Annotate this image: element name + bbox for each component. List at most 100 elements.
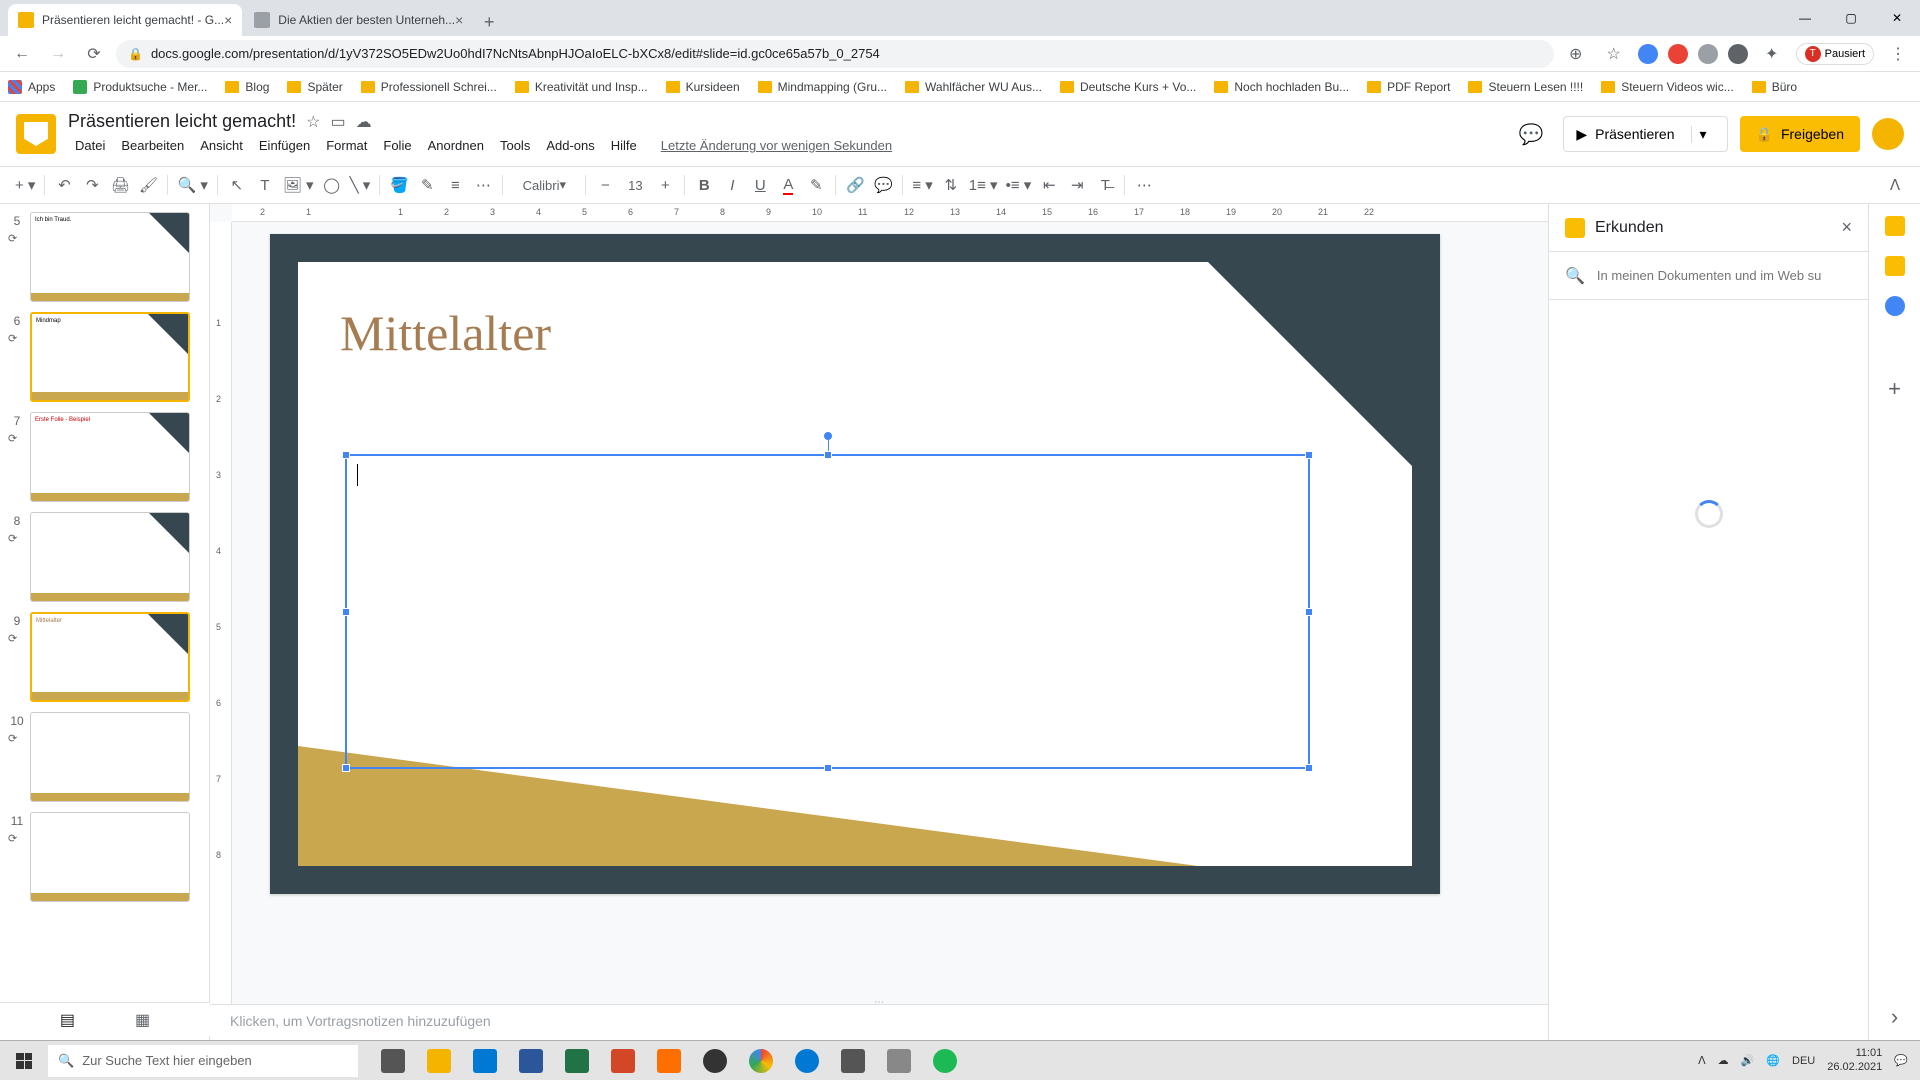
document-title[interactable]: Präsentieren leicht gemacht! [68,111,296,132]
resize-handle[interactable] [824,451,832,459]
profile-paused-chip[interactable]: T Pausiert [1796,43,1874,65]
close-tab-icon[interactable]: × [224,12,232,28]
menu-tools[interactable]: Tools [493,134,537,157]
slide-thumbnail[interactable]: Mindmap [30,312,190,402]
slide-thumbnail[interactable] [30,712,190,802]
resize-handle[interactable] [1305,608,1313,616]
selected-text-box[interactable] [345,454,1310,769]
reload-button[interactable]: ⟳ [80,40,108,68]
forward-button[interactable]: → [44,40,72,68]
account-avatar[interactable] [1872,118,1904,150]
notes-resize-handle[interactable]: ⋯ [210,999,1548,1005]
onedrive-icon[interactable]: ☁ [1718,1054,1729,1067]
extension-icon[interactable] [1638,44,1658,64]
menu-addons[interactable]: Add-ons [539,134,601,157]
font-size-decrease[interactable]: − [592,172,618,198]
slide-thumbnail[interactable] [30,512,190,602]
bookmark-folder[interactable]: Kursideen [666,80,740,94]
spotify-icon[interactable] [922,1041,968,1081]
indent-increase-button[interactable]: ⇥ [1064,172,1090,198]
underline-button[interactable]: U [747,172,773,198]
menu-hilfe[interactable]: Hilfe [604,134,644,157]
back-button[interactable]: ← [8,40,36,68]
cloud-status-icon[interactable]: ☁ [356,112,372,132]
numbered-list-button[interactable]: 1≡ ▾ [966,172,1001,198]
windows-search-input[interactable]: 🔍 Zur Suche Text hier eingeben [48,1045,358,1077]
address-bar[interactable]: 🔒 docs.google.com/presentation/d/1yV372S… [116,40,1554,68]
apps-shortcut[interactable]: Apps [8,80,55,94]
excel-icon[interactable] [554,1041,600,1081]
file-explorer-icon[interactable] [416,1041,462,1081]
star-icon[interactable]: ☆ [306,112,320,132]
border-color-button[interactable]: ✎ [414,172,440,198]
print-button[interactable]: 🖨 [107,172,133,198]
bulleted-list-button[interactable]: •≡ ▾ [1003,172,1035,198]
task-view-button[interactable] [370,1041,416,1081]
rotation-handle[interactable] [824,432,832,440]
font-size-input[interactable]: 13 [620,172,650,198]
resize-handle[interactable] [1305,451,1313,459]
align-button[interactable]: ≡ ▾ [909,172,935,198]
border-weight-button[interactable]: ≡ [442,172,468,198]
powerpoint-icon[interactable] [600,1041,646,1081]
add-addon-button[interactable]: + [1888,376,1901,402]
present-button[interactable]: ▶ Präsentieren ▾ [1563,116,1727,152]
more-button[interactable]: ⋯ [1131,172,1157,198]
bookmark-folder[interactable]: Kreativität und Insp... [515,80,648,94]
resize-handle[interactable] [824,764,832,772]
indent-decrease-button[interactable]: ⇤ [1036,172,1062,198]
resize-handle[interactable] [342,451,350,459]
volume-icon[interactable]: 🔊 [1741,1054,1755,1067]
calendar-icon[interactable] [1885,216,1905,236]
shape-tool[interactable]: ◯ [319,172,345,198]
bookmark-folder[interactable]: PDF Report [1367,80,1450,94]
bold-button[interactable]: B [691,172,717,198]
menu-ansicht[interactable]: Ansicht [193,134,250,157]
new-slide-button[interactable]: + ▾ [12,172,38,198]
explore-search-input[interactable] [1597,268,1852,283]
language-indicator[interactable]: DEU [1792,1055,1815,1067]
app-icon[interactable] [646,1041,692,1081]
extension-icon[interactable] [1668,44,1688,64]
undo-button[interactable]: ↶ [51,172,77,198]
text-color-button[interactable]: A [775,172,801,198]
extensions-menu-icon[interactable]: ✦ [1758,40,1786,68]
line-spacing-button[interactable]: ⇅ [938,172,964,198]
minimize-button[interactable]: — [1782,0,1828,36]
zoom-icon[interactable]: ⊕ [1562,40,1590,68]
network-icon[interactable]: 🌐 [1766,1054,1780,1067]
edge-icon[interactable] [462,1041,508,1081]
close-tab-icon[interactable]: × [455,12,463,28]
bookmark-star-icon[interactable]: ☆ [1600,40,1628,68]
resize-handle[interactable] [342,608,350,616]
paint-format-button[interactable]: 🖌 [135,172,161,198]
start-button[interactable] [0,1041,48,1081]
bookmark-folder[interactable]: Mindmapping (Gru... [758,80,887,94]
extension-icon[interactable] [1698,44,1718,64]
clear-formatting-button[interactable]: T̶ [1092,172,1118,198]
redo-button[interactable]: ↷ [79,172,105,198]
taskbar-clock[interactable]: 11:01 26.02.2021 [1827,1047,1882,1073]
line-tool[interactable]: ╲ ▾ [347,172,374,198]
filmstrip-view-button[interactable]: ▤ [60,1010,75,1030]
bookmark-folder[interactable]: Noch hochladen Bu... [1214,80,1349,94]
app-icon[interactable] [830,1041,876,1081]
browser-tab-active[interactable]: Präsentieren leicht gemacht! - G... × [8,4,242,36]
menu-anordnen[interactable]: Anordnen [421,134,491,157]
hide-side-panel-button[interactable]: › [1891,1004,1898,1030]
slide-title-text[interactable]: Mittelalter [340,304,551,362]
present-dropdown[interactable]: ▾ [1691,126,1715,143]
tray-expand-icon[interactable]: ᐱ [1698,1054,1706,1067]
highlight-button[interactable]: ✎ [803,172,829,198]
tasks-icon[interactable] [1885,296,1905,316]
resize-handle[interactable] [342,764,350,772]
bookmark-folder[interactable]: Wahlfächer WU Aus... [905,80,1042,94]
new-tab-button[interactable]: + [475,8,503,36]
comments-button[interactable]: 💬 [1511,114,1551,154]
move-icon[interactable]: ▭ [330,112,345,132]
slide-thumbnail-current[interactable]: Mittelalter [30,612,190,702]
border-dash-button[interactable]: ⋯ [470,172,496,198]
edge-icon[interactable] [784,1041,830,1081]
font-size-increase[interactable]: + [652,172,678,198]
grid-view-button[interactable]: ▦ [135,1010,150,1030]
